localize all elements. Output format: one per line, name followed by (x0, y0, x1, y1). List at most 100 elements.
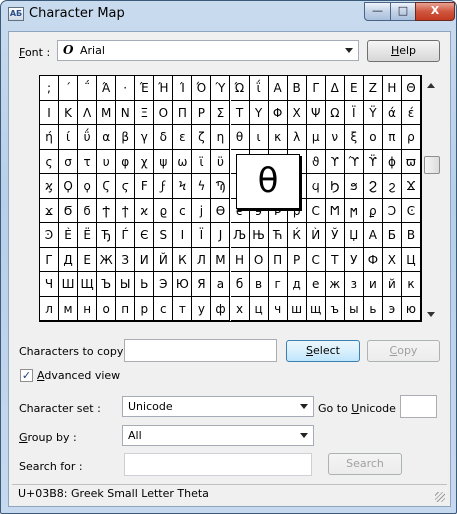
character-cell[interactable]: π (382, 125, 402, 150)
character-cell[interactable]: Ͼ (401, 198, 421, 223)
character-cell[interactable]: ϋ (211, 149, 231, 174)
character-cell[interactable]: θ (230, 125, 250, 150)
scroll-thumb[interactable] (424, 156, 440, 174)
character-set-dropdown[interactable]: Unicode (122, 396, 314, 417)
character-cell[interactable]: Η (382, 76, 402, 101)
character-cell[interactable]: ϥ (306, 174, 326, 199)
character-cell[interactable]: ш (287, 296, 307, 321)
character-cell[interactable]: С (306, 247, 326, 272)
character-cell[interactable]: Ω (325, 100, 345, 125)
character-cell[interactable]: δ (154, 125, 174, 150)
character-cell[interactable]: Ϯ (97, 198, 117, 223)
character-cell[interactable]: Ί (173, 76, 193, 101)
character-cell[interactable]: о (97, 296, 117, 321)
character-cell[interactable]: ϼ (363, 198, 383, 223)
character-grid[interactable]: ; ΄ ΅ Ά · Έ Ή Ί Ό Ύ Ώΐ Α Β Γ Δ Ε Ζ Η Θ Ι Κ Λ Μ Ν Ξ Ο Π Ρ Σ Τ Υ Φ Χ Ψ Ω Ϊ Ϋά έ… (39, 75, 422, 322)
character-cell[interactable]: в (249, 272, 269, 297)
character-cell[interactable]: ί (59, 125, 79, 150)
character-cell[interactable]: ΰ (78, 125, 98, 150)
character-cell[interactable]: Ε (344, 76, 364, 101)
copy-button[interactable]: Copy (367, 340, 440, 362)
character-cell[interactable]: Φ (268, 100, 288, 125)
character-cell[interactable]: Τ (230, 100, 250, 125)
minimize-button[interactable]: — (364, 2, 391, 21)
character-cell[interactable]: Т (325, 247, 345, 272)
character-cell[interactable]: ; (40, 76, 60, 101)
character-cell[interactable]: ά (382, 100, 402, 125)
character-cell[interactable]: ч (268, 296, 288, 321)
character-cell[interactable]: ϳ (192, 198, 212, 223)
character-cell[interactable]: ζ (192, 125, 212, 150)
character-cell[interactable]: ϱ (154, 198, 174, 223)
character-cell[interactable]: Й (154, 247, 174, 272)
character-cell[interactable]: ϖ (401, 149, 421, 174)
character-cell[interactable]: Ͻ (382, 198, 402, 223)
character-cell[interactable]: Щ (78, 272, 98, 297)
character-cell[interactable]: т (173, 296, 193, 321)
character-cell[interactable]: ϛ (116, 174, 136, 199)
character-cell[interactable]: Љ (230, 223, 250, 248)
character-cell[interactable]: ν (325, 125, 345, 150)
character-cell[interactable]: Ϲ (306, 198, 326, 223)
character-cell[interactable]: ϧ (344, 174, 364, 199)
character-cell[interactable]: б (230, 272, 250, 297)
character-cell[interactable]: Γ (306, 76, 326, 101)
character-cell[interactable]: ο (363, 125, 383, 150)
character-cell[interactable]: Σ (211, 100, 231, 125)
character-cell[interactable]: ω (173, 149, 193, 174)
character-cell[interactable]: Ά (97, 76, 117, 101)
character-cell[interactable]: Λ (78, 100, 98, 125)
search-input[interactable] (124, 453, 312, 476)
character-cell[interactable]: Н (230, 247, 250, 272)
character-cell[interactable]: р (135, 296, 155, 321)
character-cell[interactable]: Х (382, 247, 402, 272)
character-cell[interactable]: Ф (363, 247, 383, 272)
scroll-up-arrow-icon[interactable] (427, 83, 435, 88)
character-cell[interactable]: ъ (325, 296, 345, 321)
resize-grip-icon[interactable] (435, 492, 445, 502)
character-cell[interactable]: υ (97, 149, 117, 174)
character-cell[interactable]: Ѕ (154, 223, 174, 248)
go-to-unicode-input[interactable] (400, 395, 437, 418)
character-cell[interactable]: п (116, 296, 136, 321)
character-cell[interactable]: Έ (135, 76, 155, 101)
character-cell[interactable]: Ч (40, 272, 60, 297)
character-cell[interactable]: Ζ (363, 76, 383, 101)
character-cell[interactable]: Э (154, 272, 174, 297)
advanced-view-label[interactable]: Advanced view (37, 369, 120, 382)
character-cell[interactable]: Ϊ (344, 100, 364, 125)
character-cell[interactable]: Θ (401, 76, 421, 101)
character-cell[interactable]: Ώ (230, 76, 250, 101)
character-cell[interactable]: Я (192, 272, 212, 297)
character-cell[interactable]: τ (78, 149, 98, 174)
character-cell[interactable]: А (363, 223, 383, 248)
character-cell[interactable]: Υ (249, 100, 269, 125)
character-cell[interactable]: Ќ (287, 223, 307, 248)
character-cell[interactable]: Є (135, 223, 155, 248)
character-cell[interactable]: Ё (78, 223, 98, 248)
character-cell[interactable]: ϝ (154, 174, 174, 199)
character-cell[interactable]: ΄ (59, 76, 79, 101)
character-cell[interactable]: ϭ (78, 198, 98, 223)
scroll-down-arrow-icon[interactable] (427, 312, 435, 317)
character-cell[interactable]: ι (249, 125, 269, 150)
character-cell[interactable]: ж (325, 272, 345, 297)
character-cell[interactable]: Ϋ (363, 100, 383, 125)
character-cell[interactable]: έ (401, 100, 421, 125)
character-cell[interactable]: Ι (40, 100, 60, 125)
character-cell[interactable]: Е (78, 247, 98, 272)
character-cell[interactable]: ϴ (211, 198, 231, 223)
character-cell[interactable]: л (40, 296, 60, 321)
character-cell[interactable]: ϯ (116, 198, 136, 223)
character-cell[interactable]: Ь (135, 272, 155, 297)
character-cell[interactable]: η (211, 125, 231, 150)
character-cell[interactable]: ΅ (78, 76, 98, 101)
character-cell[interactable]: З (116, 247, 136, 272)
character-cell[interactable]: Ї (192, 223, 212, 248)
character-cell[interactable]: ϙ (78, 174, 98, 199)
character-cell[interactable]: Ψ (306, 100, 326, 125)
character-cell[interactable]: х (230, 296, 250, 321)
character-cell[interactable]: Ϧ (325, 174, 345, 199)
character-cell[interactable]: · (116, 76, 136, 101)
character-cell[interactable]: ς (40, 149, 60, 174)
